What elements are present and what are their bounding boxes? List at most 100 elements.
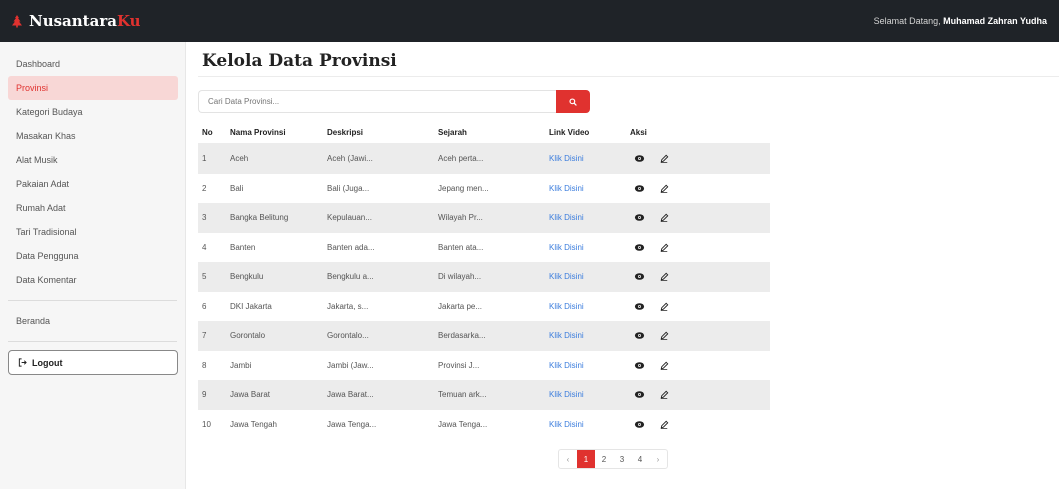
header-sejarah: Sejarah [438, 128, 467, 137]
view-icon[interactable] [633, 153, 645, 165]
page-title: Kelola Data Provinsi [202, 51, 397, 71]
edit-icon[interactable] [658, 359, 670, 371]
sidebar-item-tari-tradisional[interactable]: Tari Tradisional [8, 220, 178, 244]
cell-no: 7 [202, 331, 207, 341]
view-icon[interactable] [633, 212, 645, 224]
sidebar-item-data-komentar[interactable]: Data Komentar [8, 268, 178, 292]
edit-icon[interactable] [658, 418, 670, 430]
sidebar-item-rumah-adat[interactable]: Rumah Adat [8, 196, 178, 220]
view-icon[interactable] [633, 300, 645, 312]
sidebar-item-pakaian-adat[interactable]: Pakaian Adat [8, 172, 178, 196]
edit-icon[interactable] [658, 330, 670, 342]
cell-link-video[interactable]: Klik Disini [540, 243, 630, 252]
edit-icon[interactable] [658, 271, 670, 283]
cell-link-video[interactable]: Klik Disini [540, 184, 630, 193]
user-name: Muhamad Zahran Yudha [943, 16, 1047, 26]
cell-no: 1 [202, 154, 207, 164]
sidebar-item-alat-musik[interactable]: Alat Musik [8, 148, 178, 172]
edit-icon[interactable] [658, 389, 670, 401]
cell-sejarah: Di wilayah... [438, 272, 482, 282]
search-icon [569, 97, 577, 106]
cell-sejarah: Jawa Tenga... [438, 419, 488, 429]
cell-aksi [630, 212, 692, 224]
cell-link-video[interactable]: Klik Disini [540, 390, 630, 399]
table-body: 1 Aceh Aceh (Jawi... Aceh perta... Klik Disi… [198, 144, 770, 439]
view-icon[interactable] [633, 271, 645, 283]
sidebar-item-kategori-budaya[interactable]: Kategori Budaya [8, 100, 178, 124]
cell-link-video[interactable]: Klik Disini [540, 272, 630, 281]
cell-sejarah: Berdasarka... [438, 331, 486, 341]
cell-no: 2 [202, 183, 207, 193]
search-input[interactable] [198, 90, 556, 113]
cell-nama-provinsi: Jambi [230, 360, 252, 370]
sidebar-item-masakan-khas[interactable]: Masakan Khas [8, 124, 178, 148]
cell-link-video[interactable]: Klik Disini [540, 302, 630, 311]
sidebar-item-dashboard[interactable]: Dashboard [8, 52, 178, 76]
cell-sejarah: Aceh perta... [438, 154, 484, 164]
pagination-page-1[interactable]: 1 [577, 450, 595, 468]
sidebar-item-provinsi[interactable]: Provinsi [8, 76, 178, 100]
cell-link-video[interactable]: Klik Disini [540, 331, 630, 340]
cell-sejarah: Wilayah Pr... [438, 213, 483, 223]
cell-deskripsi: Bengkulu a... [327, 272, 374, 282]
cell-link-video[interactable]: Klik Disini [540, 420, 630, 429]
brand-logo[interactable]: Nusantara Ku [10, 12, 141, 30]
view-icon[interactable] [633, 389, 645, 401]
table-row: 8 Jambi Jambi (Jaw... Provinsi J... Klik Dis… [198, 350, 770, 380]
cell-aksi [630, 241, 692, 253]
pagination-next[interactable]: › [649, 450, 667, 468]
edit-icon[interactable] [658, 182, 670, 194]
view-icon[interactable] [633, 359, 645, 371]
cell-deskripsi: Jambi (Jaw... [327, 360, 374, 370]
cell-aksi [630, 182, 692, 194]
cell-no: 8 [202, 360, 207, 370]
cell-sejarah: Jakarta pe... [438, 301, 483, 311]
cell-no: 3 [202, 213, 207, 223]
edit-icon[interactable] [658, 212, 670, 224]
sidebar-item-data-pengguna[interactable]: Data Pengguna [8, 244, 178, 268]
cell-nama-provinsi: DKI Jakarta [230, 301, 272, 311]
logout-label: Logout [32, 357, 63, 368]
view-icon[interactable] [633, 182, 645, 194]
cell-nama-provinsi: Bangka Belitung [230, 213, 289, 223]
cell-deskripsi: Jakarta, s... [327, 301, 369, 311]
cell-link-video[interactable]: Klik Disini [540, 213, 630, 222]
cell-aksi [630, 271, 692, 283]
pagination: ‹ 1 2 3 4 › [558, 449, 668, 469]
table-row: 5 Bengkulu Bengkulu a... Di wilayah... Klik … [198, 262, 770, 292]
header-deskripsi: Deskripsi [327, 128, 364, 137]
logout-button[interactable]: Logout [8, 350, 178, 375]
pagination-page-3[interactable]: 3 [613, 450, 631, 468]
table-row: 3 Bangka Belitung Kepulauan... Wilayah Pr..… [198, 203, 770, 233]
cell-deskripsi: Jawa Barat... [327, 390, 374, 400]
cell-aksi [630, 359, 692, 371]
edit-icon[interactable] [658, 153, 670, 165]
header-aksi: Aksi [630, 128, 647, 137]
cell-link-video[interactable]: Klik Disini [540, 154, 630, 163]
view-icon[interactable] [633, 418, 645, 430]
sidebar-item-beranda[interactable]: Beranda [8, 309, 178, 333]
table-row: 1 Aceh Aceh (Jawi... Aceh perta... Klik Disi… [198, 144, 770, 174]
pagination-page-4[interactable]: 4 [631, 450, 649, 468]
cell-nama-provinsi: Bali [230, 183, 244, 193]
view-icon[interactable] [633, 241, 645, 253]
pagination-page-2[interactable]: 2 [595, 450, 613, 468]
cell-aksi [630, 418, 692, 430]
cell-aksi [630, 389, 692, 401]
search-button[interactable] [556, 90, 590, 113]
cell-sejarah: Banten ata... [438, 242, 484, 252]
cell-no: 4 [202, 242, 207, 252]
cell-nama-provinsi: Banten [230, 242, 256, 252]
sidebar: Dashboard Provinsi Kategori Budaya Masak… [0, 42, 186, 489]
edit-icon[interactable] [658, 300, 670, 312]
edit-icon[interactable] [658, 241, 670, 253]
cell-no: 6 [202, 301, 207, 311]
table-row: 7 Gorontalo Gorontalo... Berdasarka... Klik … [198, 321, 770, 351]
cell-no: 9 [202, 390, 207, 400]
pagination-prev[interactable]: ‹ [559, 450, 577, 468]
view-icon[interactable] [633, 330, 645, 342]
cell-link-video[interactable]: Klik Disini [540, 361, 630, 370]
cell-no: 10 [202, 419, 211, 429]
cell-no: 5 [202, 272, 207, 282]
provinsi-table: No Nama Provinsi Deskripsi Sejarah Link … [198, 122, 770, 439]
